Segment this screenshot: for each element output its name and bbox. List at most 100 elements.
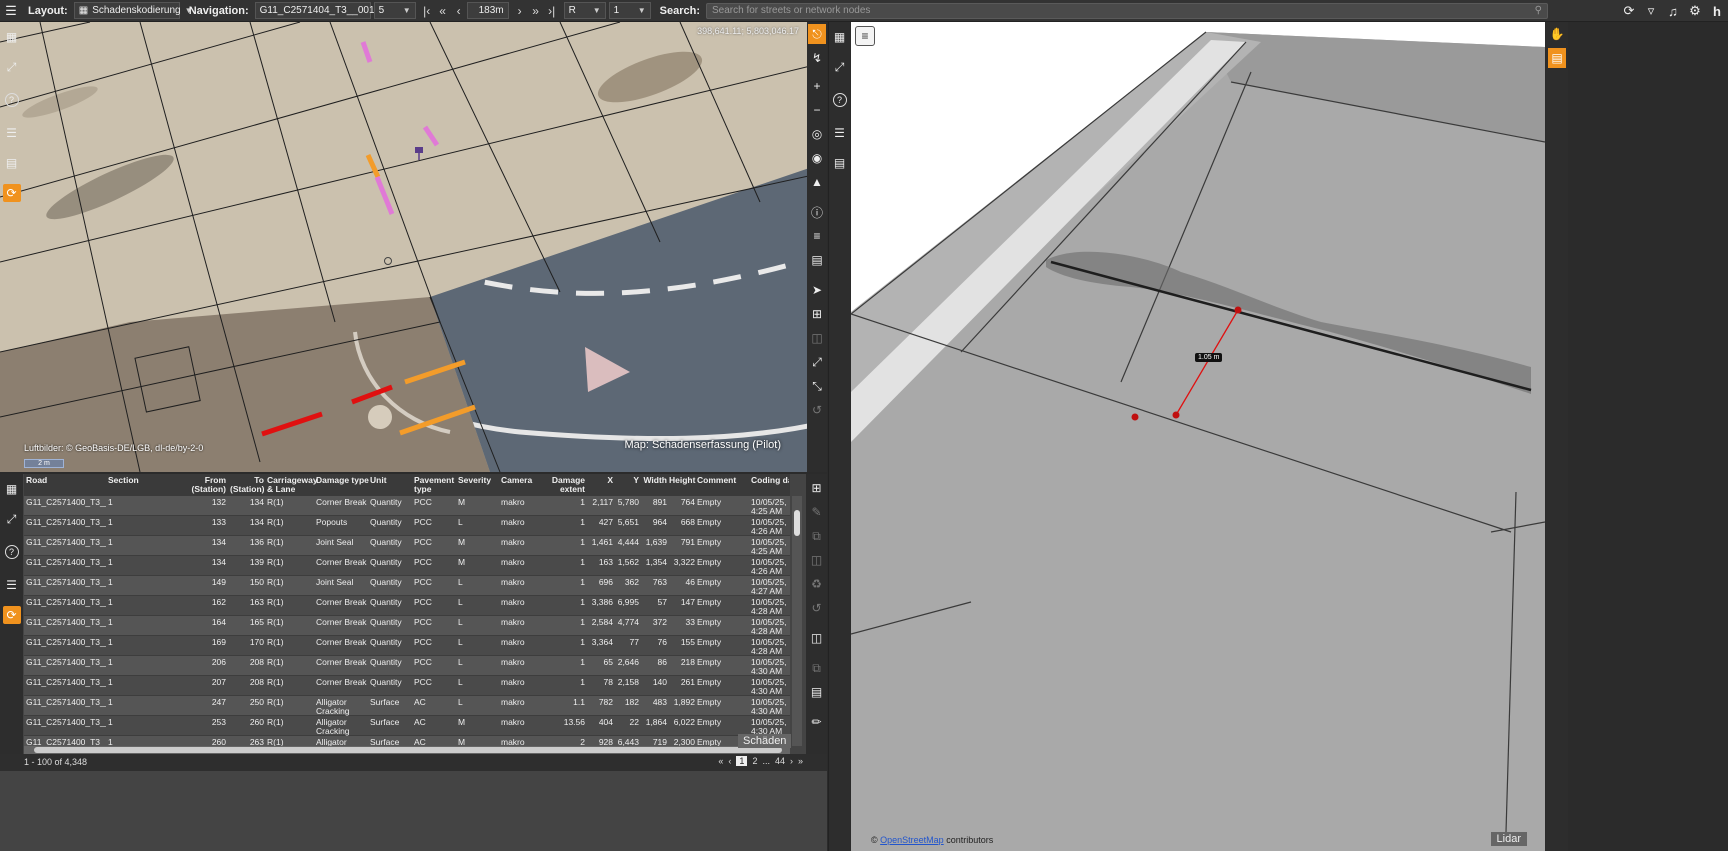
history-icon[interactable]: ↺ <box>808 598 826 618</box>
sliders-icon[interactable]: ☰ <box>3 124 21 142</box>
col-to[interactable]: To (Station) <box>230 476 264 494</box>
info-icon[interactable]: ⓘ <box>808 202 826 222</box>
step-forward-icon[interactable]: › <box>512 4 528 18</box>
zoom-out-icon[interactable]: − <box>808 100 826 120</box>
distance-field[interactable]: 183m <box>466 2 509 19</box>
document-icon[interactable]: ▤ <box>831 154 849 172</box>
lane-number-select[interactable]: 1 ▼ <box>608 2 651 19</box>
document-icon[interactable]: ▤ <box>3 154 21 172</box>
col-damage-type[interactable]: Damage type <box>316 476 369 485</box>
table-row[interactable]: G11_C2571400_T3__0(1206208R(1)Corner Bre… <box>24 656 790 676</box>
expand-icon[interactable]: ⤢ <box>3 510 21 528</box>
duplicate-icon[interactable]: ⧉ <box>808 658 826 678</box>
table-row[interactable]: G11_C2571400_T3__0(1133134R(1)PopoutsQua… <box>24 516 790 536</box>
gear-icon[interactable]: ⚙ <box>1684 0 1706 22</box>
next-page-icon[interactable]: › <box>790 756 793 766</box>
brush-icon[interactable]: ✏ <box>808 712 826 732</box>
help-icon[interactable]: ? <box>4 545 19 559</box>
col-pavement[interactable]: Pavement type <box>414 476 454 494</box>
apps-grid-icon[interactable]: ▦ <box>831 28 849 46</box>
list-icon[interactable]: ≡ <box>808 226 826 246</box>
menu-icon[interactable]: ☰ <box>0 0 22 22</box>
shrink-icon[interactable]: ⤡ <box>808 376 826 396</box>
table-row[interactable]: G11_C2571400_T3__0(1164165R(1)Corner Bre… <box>24 616 790 636</box>
measure-ruler-icon[interactable]: ▤ <box>1548 48 1566 68</box>
help-icon[interactable]: ? <box>4 93 19 107</box>
lidar-3d-view[interactable]: 1.05 m ≡ © OpenStreetMap contributors Li… <box>851 22 1545 851</box>
aerial-map[interactable] <box>0 22 827 472</box>
col-height[interactable]: Height <box>669 476 695 485</box>
north-arrow-icon[interactable]: ▲ <box>808 172 826 192</box>
sliders-icon[interactable]: ☰ <box>831 124 849 142</box>
edit-icon[interactable]: ✎ <box>808 502 826 522</box>
globe-icon[interactable]: ◉ <box>808 148 826 168</box>
last-page-icon[interactable]: » <box>798 756 803 766</box>
history-icon[interactable]: ↺ <box>808 400 826 420</box>
col-y[interactable]: Y <box>617 476 639 485</box>
bell-icon[interactable]: ♫ <box>1662 0 1684 22</box>
col-width[interactable]: Width <box>641 476 667 485</box>
table-row[interactable]: G11_C2571400_T3__0(1132134R(1)Corner Bre… <box>24 496 790 516</box>
col-coding-date[interactable]: Coding date <box>751 476 789 485</box>
sliders-icon[interactable]: ☰ <box>3 576 21 594</box>
page-current[interactable]: 1 <box>736 756 748 766</box>
table-row[interactable]: G11_C2571400_T3__0(1 247 250R(1) Alligator … <box>24 696 790 716</box>
col-camera[interactable]: Camera <box>501 476 532 485</box>
table-row[interactable]: G11_C2571400_T3__0(1162163R(1)Corner Bre… <box>24 596 790 616</box>
table-row[interactable]: G11_C2571400_T3__0(1134136R(1)Joint Seal… <box>24 536 790 556</box>
refresh-icon[interactable]: ⟳ <box>2 184 21 202</box>
pin-tool-icon[interactable]: ⎋ <box>808 24 826 44</box>
map-panel[interactable]: 398,641.11; 5,803,046.17 Luftbilder: © G… <box>0 22 827 472</box>
copy-icon[interactable]: ⧉ <box>808 526 826 546</box>
trash-all-icon[interactable]: ◫ <box>808 628 826 648</box>
share-icon[interactable]: ⟳ <box>1618 0 1640 22</box>
recycle-icon[interactable]: ♻ <box>808 574 826 594</box>
apps-grid-icon[interactable]: ▦ <box>3 28 21 46</box>
fast-back-icon[interactable]: « <box>435 4 451 18</box>
lane-select[interactable]: R ▼ <box>563 2 606 19</box>
table-row[interactable]: G11_C2571400_T3__0(1207208R(1)Corner Bre… <box>24 676 790 696</box>
route-icon[interactable]: ↯ <box>808 48 826 68</box>
filter-icon[interactable]: ▿ <box>1640 0 1662 22</box>
cursor-icon[interactable]: ➤ <box>808 280 826 300</box>
section-select[interactable]: 5 ▼ <box>373 2 416 19</box>
scroll-thumb[interactable] <box>34 747 782 753</box>
add-row-icon[interactable]: ⊞ <box>808 478 826 498</box>
table-row[interactable]: G11_C2571400_T3__0(1149150R(1)Joint Seal… <box>24 576 790 596</box>
table-row[interactable]: G11_C2571400_T3__0(1169170R(1)Corner Bre… <box>24 636 790 656</box>
trash-icon[interactable]: ◫ <box>808 328 826 348</box>
road-select[interactable]: G11_C2571404_T3__001 ▼ <box>254 2 386 19</box>
col-section[interactable]: Section <box>108 476 139 485</box>
page-last[interactable]: 44 <box>775 756 785 766</box>
step-back-icon[interactable]: ‹ <box>451 4 467 18</box>
zoom-in-icon[interactable]: + <box>808 76 826 96</box>
first-station-icon[interactable]: |‹ <box>419 4 435 18</box>
refresh-icon[interactable]: ⟳ <box>2 606 21 624</box>
prev-page-icon[interactable]: ‹ <box>728 756 731 766</box>
expand-icon[interactable]: ⤢ <box>3 58 21 76</box>
schaeden-tab[interactable]: Schäden <box>738 734 792 748</box>
col-carriageway[interactable]: Carriageway & Lane <box>267 476 318 494</box>
hand-icon[interactable]: ✋ <box>1548 24 1566 44</box>
col-road[interactable]: Road <box>26 476 47 485</box>
col-x[interactable]: X <box>589 476 613 485</box>
first-page-icon[interactable]: « <box>718 756 723 766</box>
col-from[interactable]: From (Station) <box>190 476 226 494</box>
horizontal-scrollbar[interactable] <box>24 746 790 754</box>
table-row[interactable]: G11_C2571400_T3__0(1 253 260R(1) Alligator … <box>24 716 790 736</box>
last-station-icon[interactable]: ›| <box>544 4 560 18</box>
enlarge-icon[interactable]: ⤢ <box>808 352 826 372</box>
add-feature-icon[interactable]: ⊞ <box>808 304 826 324</box>
apps-grid-icon[interactable]: ▦ <box>3 480 21 498</box>
expand-icon[interactable]: ⤢ <box>831 58 849 76</box>
ruler-icon[interactable]: ▤ <box>808 250 826 270</box>
layout-select[interactable]: ▦ Schadenskodierung ▼ <box>73 2 193 19</box>
export-icon[interactable]: ▤ <box>808 682 826 702</box>
fast-forward-icon[interactable]: » <box>528 4 544 18</box>
search-input[interactable]: Search for streets or network nodes ⚲ <box>706 2 1548 19</box>
delete-icon[interactable]: ◫ <box>808 550 826 570</box>
scroll-thumb[interactable] <box>794 510 800 536</box>
vertical-scrollbar[interactable] <box>792 496 802 746</box>
help-icon[interactable]: ? <box>832 93 847 107</box>
col-comment[interactable]: Comment <box>697 476 736 485</box>
